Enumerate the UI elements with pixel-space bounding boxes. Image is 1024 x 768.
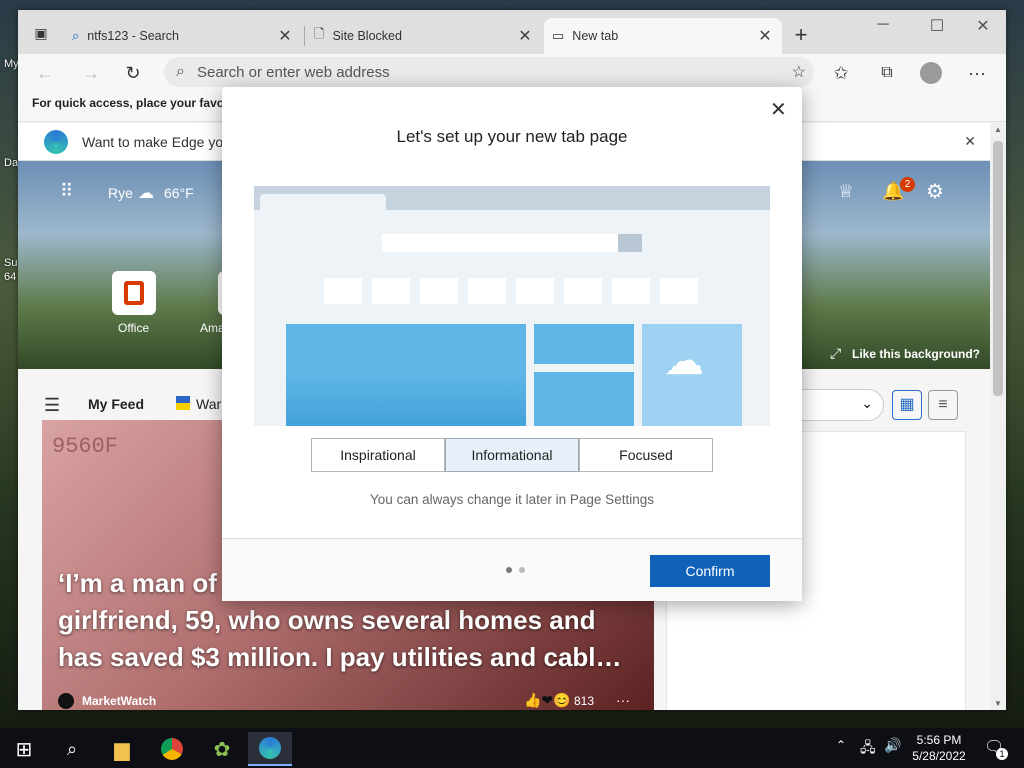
weather-cloud-icon: ☁: [664, 339, 704, 383]
search-icon: ⌕: [176, 63, 185, 80]
new-tab-button[interactable]: +: [788, 22, 814, 48]
close-window-button[interactable]: ✕: [968, 16, 998, 36]
ukraine-flag-icon: [176, 396, 190, 410]
refresh-button[interactable]: ↻: [120, 60, 146, 86]
close-dialog-icon[interactable]: ✕: [770, 97, 787, 122]
cloud-icon: ☁: [138, 185, 154, 202]
notification-badge: 2: [900, 177, 915, 192]
close-banner-icon[interactable]: ✕: [964, 133, 976, 150]
menu-icon[interactable]: ☰: [44, 395, 60, 416]
favorites-icon[interactable]: ✩: [828, 60, 854, 86]
clock[interactable]: 5:56 PM 5/28/2022: [900, 732, 978, 764]
scrollbar[interactable]: ▲ ▼: [990, 123, 1006, 710]
setup-dialog: ✕ Let's set up your new tab page ☁ Inspi…: [222, 87, 802, 601]
collections-icon[interactable]: ⧉: [874, 60, 900, 86]
close-tab-icon[interactable]: ✕: [516, 26, 534, 46]
edge-taskbar-icon[interactable]: [248, 732, 292, 766]
file-explorer-icon[interactable]: ▆: [100, 732, 144, 766]
desktop-icon-label[interactable]: Da: [4, 157, 18, 169]
maximize-button[interactable]: ☐: [922, 16, 952, 36]
tab-title: ntfs123 - Search: [87, 29, 179, 43]
expand-icon: ⤢: [830, 345, 842, 361]
option-informational[interactable]: Informational: [445, 438, 579, 472]
card-source[interactable]: MarketWatch: [82, 694, 156, 708]
page-dot-active[interactable]: [506, 567, 512, 573]
address-bar[interactable]: ⌕ Search or enter web address ☆: [164, 57, 814, 87]
chrome-icon[interactable]: [150, 732, 194, 766]
newtab-icon: ▭: [552, 28, 565, 43]
edge-logo-icon: [44, 129, 68, 154]
add-favorite-icon[interactable]: ☆: [792, 62, 806, 82]
tab-strip: ▣ ⌕ ntfs123 - Search ✕ 🗋 Site Blocked ✕ …: [18, 10, 1006, 54]
page-icon: 🗋: [314, 26, 325, 41]
rewards-icon[interactable]: ♕: [838, 181, 854, 202]
address-placeholder: Search or enter web address: [196, 63, 390, 81]
layout-dropdown[interactable]: ⌄: [788, 389, 884, 421]
weather-temperature[interactable]: 66°F: [164, 185, 194, 201]
more-menu-icon[interactable]: ···: [964, 60, 990, 86]
network-icon[interactable]: 🖧: [860, 737, 876, 761]
favorites-bar-hint: For quick access, place your favorit: [32, 96, 237, 110]
option-inspirational[interactable]: Inspirational: [311, 438, 445, 472]
desktop-icon-label[interactable]: My: [4, 58, 19, 70]
tab-site-blocked[interactable]: 🗋 Site Blocked ✕: [306, 18, 542, 54]
like-background-link[interactable]: Like this background?: [852, 347, 980, 361]
app-icon[interactable]: ✿: [200, 732, 244, 766]
start-button[interactable]: ⊞: [2, 732, 46, 766]
card-more-button[interactable]: ···: [616, 692, 630, 708]
scroll-down-icon[interactable]: ▼: [994, 699, 1002, 708]
tab-search[interactable]: ⌕ ntfs123 - Search ✕: [64, 18, 302, 54]
scroll-up-icon[interactable]: ▲: [994, 125, 1002, 134]
feed-tab-war[interactable]: War: [196, 396, 221, 412]
headline-line: girlfriend, 59, who owns several homes a…: [58, 605, 596, 635]
office-tile-icon[interactable]: [112, 271, 156, 315]
banner-text: Want to make Edge yo: [82, 133, 224, 150]
desktop-icon-label[interactable]: Su: [4, 257, 17, 269]
back-button[interactable]: ←: [32, 60, 58, 86]
quicklink-label: Ama: [200, 321, 225, 335]
option-focused[interactable]: Focused: [579, 438, 713, 472]
clock-time: 5:56 PM: [916, 733, 962, 747]
close-tab-icon[interactable]: ✕: [276, 26, 294, 46]
tab-title: Site Blocked: [332, 29, 402, 43]
weather-location[interactable]: Rye: [108, 185, 133, 201]
reaction-count: 813: [574, 694, 595, 708]
close-tab-icon[interactable]: ✕: [756, 26, 774, 46]
notification-count: 1: [996, 748, 1008, 760]
dialog-footer: Confirm: [222, 538, 802, 601]
search-icon[interactable]: ⌕: [50, 732, 94, 766]
confirm-button[interactable]: Confirm: [650, 555, 770, 587]
dialog-title: Let's set up your new tab page: [396, 127, 628, 146]
apps-grid-icon[interactable]: ⠿: [60, 181, 73, 202]
taskbar: ⊞ ⌕ ▆ ✿ ⌃ 🖧 🔊 5:56 PM 5/28/2022 🗨 1: [0, 728, 1024, 768]
card-watermark: 9560F: [52, 434, 119, 459]
tab-new-tab[interactable]: ▭ New tab ✕: [544, 18, 782, 54]
chevron-up-icon[interactable]: ⌃: [836, 738, 846, 752]
forward-button[interactable]: →: [78, 60, 104, 86]
marketwatch-logo-icon: [58, 693, 74, 709]
grid-view-icon[interactable]: ▦: [892, 390, 922, 420]
chevron-down-icon: ⌄: [861, 395, 873, 411]
clock-date: 5/28/2022: [912, 749, 966, 763]
headline-line: has saved $3 million. I pay utilities an…: [58, 642, 622, 672]
volume-icon[interactable]: 🔊: [884, 737, 901, 754]
gear-icon[interactable]: ⚙: [926, 179, 944, 204]
page-dot[interactable]: [519, 567, 525, 573]
feed-tab-my-feed[interactable]: My Feed: [88, 396, 144, 412]
toolbar: ← → ↻ ⌕ Search or enter web address ☆ ✩ …: [18, 54, 1006, 90]
minimize-button[interactable]: ─: [868, 16, 898, 34]
scrollbar-thumb[interactable]: [993, 141, 1003, 396]
quicklink-label: Office: [118, 321, 150, 335]
list-view-icon[interactable]: ≡: [928, 390, 958, 420]
search-icon: ⌕: [72, 28, 80, 43]
desktop-icon-label[interactable]: 64: [4, 271, 16, 283]
tab-title: New tab: [572, 29, 619, 43]
tab-actions-icon[interactable]: ▣: [28, 20, 54, 46]
layout-preview: ☁: [254, 186, 770, 426]
reactions-icon[interactable]: 👍❤😊: [524, 692, 571, 709]
dialog-note: You can always change it later in Page S…: [370, 492, 654, 507]
profile-avatar[interactable]: [918, 60, 944, 86]
